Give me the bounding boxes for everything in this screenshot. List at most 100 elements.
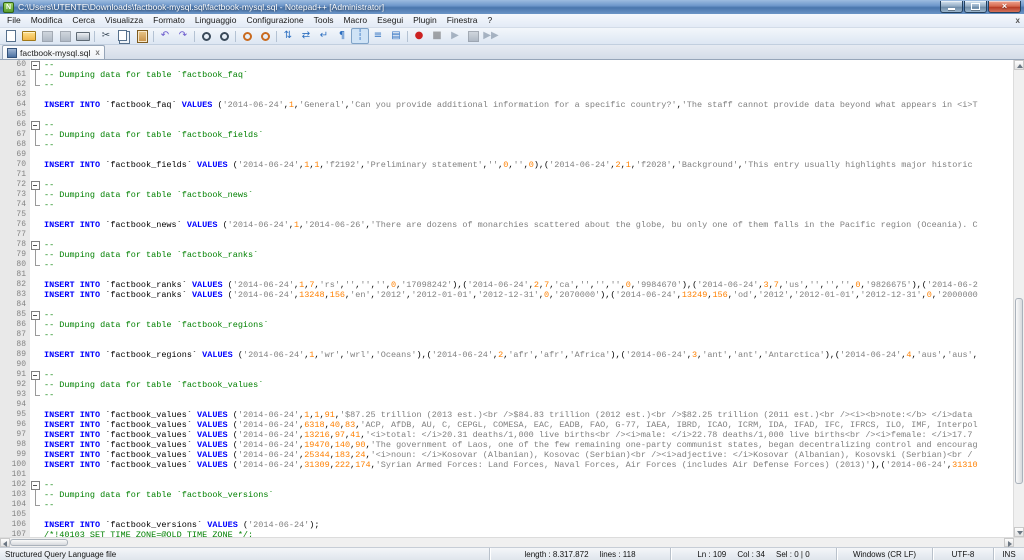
fold-collapse-icon[interactable]: [30, 180, 41, 190]
code-text[interactable]: -- Dumping data for table `factbook_vers…: [41, 490, 1014, 500]
code-text[interactable]: --: [41, 60, 1014, 70]
code-text[interactable]: [41, 90, 1014, 100]
code-text[interactable]: [41, 270, 1014, 280]
indent-guide-icon[interactable]: ┆: [351, 28, 369, 44]
menu-item-visualizza[interactable]: Visualizza: [100, 14, 148, 27]
find-icon[interactable]: [197, 28, 215, 44]
fold-collapse-icon[interactable]: [30, 480, 41, 490]
menu-item-esegui[interactable]: Esegui: [372, 14, 408, 27]
code-text[interactable]: -- Dumping data for table `factbook_regi…: [41, 320, 1014, 330]
function-list-icon[interactable]: ≡: [369, 28, 387, 44]
code-text[interactable]: INSERT INTO `factbook_faq` VALUES ('2014…: [41, 100, 1014, 110]
menu-item-linguaggio[interactable]: Linguaggio: [190, 14, 242, 27]
tab-close-icon[interactable]: x: [95, 49, 99, 57]
save-all-icon[interactable]: [56, 28, 74, 44]
menu-item-cerca[interactable]: Cerca: [67, 14, 100, 27]
scroll-left-arrow[interactable]: [0, 538, 10, 547]
run-macro-multiple-icon[interactable]: ▶▶: [482, 28, 500, 44]
code-text[interactable]: INSERT INTO `factbook_values` VALUES ('2…: [41, 430, 1014, 440]
code-text[interactable]: --: [41, 370, 1014, 380]
code-text[interactable]: [41, 360, 1014, 370]
stop-macro-icon[interactable]: ■: [428, 28, 446, 44]
minimize-button[interactable]: [940, 1, 963, 13]
horizontal-scroll-track[interactable]: [10, 538, 1004, 547]
horizontal-scroll-thumb[interactable]: [10, 539, 68, 546]
scroll-up-arrow[interactable]: [1014, 60, 1024, 70]
code-text[interactable]: [41, 230, 1014, 240]
code-text[interactable]: INSERT INTO `factbook_fields` VALUES ('2…: [41, 160, 1014, 170]
code-text[interactable]: --: [41, 180, 1014, 190]
sync-horizontal-scroll-icon[interactable]: ⇄: [297, 28, 315, 44]
maximize-button[interactable]: [964, 1, 987, 13]
code-text[interactable]: -- Dumping data for table `factbook_faq`: [41, 70, 1014, 80]
menu-item-tools[interactable]: Tools: [309, 14, 339, 27]
code-text[interactable]: [41, 150, 1014, 160]
code-text[interactable]: --: [41, 480, 1014, 490]
menubar-close-icon[interactable]: x: [1016, 16, 1020, 25]
code-text[interactable]: [41, 340, 1014, 350]
menu-item-configurazione[interactable]: Configurazione: [241, 14, 308, 27]
show-all-characters-icon[interactable]: ¶: [333, 28, 351, 44]
code-text[interactable]: INSERT INTO `factbook_ranks` VALUES ('20…: [41, 290, 1014, 300]
open-file-icon[interactable]: [20, 28, 38, 44]
code-text[interactable]: --: [41, 240, 1014, 250]
code-text[interactable]: --: [41, 140, 1014, 150]
paste-icon[interactable]: [133, 28, 151, 44]
menu-item-plugin[interactable]: Plugin: [408, 14, 442, 27]
vertical-scrollbar[interactable]: [1013, 60, 1024, 537]
code-text[interactable]: --: [41, 200, 1014, 210]
code-text[interactable]: INSERT INTO `factbook_values` VALUES ('2…: [41, 440, 1014, 450]
close-button[interactable]: ×: [988, 1, 1021, 13]
menu-item-formato[interactable]: Formato: [148, 14, 190, 27]
document-map-icon[interactable]: ▤: [387, 28, 405, 44]
scroll-right-arrow[interactable]: [1004, 538, 1014, 547]
print-icon[interactable]: [74, 28, 92, 44]
playback-macro-icon[interactable]: ▶: [446, 28, 464, 44]
code-text[interactable]: INSERT INTO `factbook_values` VALUES ('2…: [41, 420, 1014, 430]
horizontal-scrollbar[interactable]: [0, 537, 1024, 547]
code-text[interactable]: --: [41, 120, 1014, 130]
code-text[interactable]: [41, 110, 1014, 120]
tab-factbook-mysql[interactable]: factbook-mysql.sql x: [2, 45, 105, 59]
code-text[interactable]: -- Dumping data for table `factbook_rank…: [41, 250, 1014, 260]
code-text[interactable]: --: [41, 260, 1014, 270]
zoom-in-icon[interactable]: [238, 28, 256, 44]
record-macro-icon[interactable]: ●: [410, 28, 428, 44]
scroll-down-arrow[interactable]: [1014, 527, 1024, 537]
code-text[interactable]: --: [41, 390, 1014, 400]
code-text[interactable]: [41, 400, 1014, 410]
code-text[interactable]: INSERT INTO `factbook_values` VALUES ('2…: [41, 410, 1014, 420]
zoom-out-icon[interactable]: [256, 28, 274, 44]
code-text[interactable]: INSERT INTO `factbook_news` VALUES ('201…: [41, 220, 1014, 230]
replace-icon[interactable]: [215, 28, 233, 44]
menu-item-help[interactable]: ?: [482, 14, 497, 27]
fold-collapse-icon[interactable]: [30, 310, 41, 320]
code-text[interactable]: [41, 170, 1014, 180]
code-text[interactable]: -- Dumping data for table `factbook_news…: [41, 190, 1014, 200]
cut-icon[interactable]: ✂: [97, 28, 115, 44]
fold-collapse-icon[interactable]: [30, 120, 41, 130]
save-macro-icon[interactable]: [464, 28, 482, 44]
redo-icon[interactable]: ↷: [174, 28, 192, 44]
copy-icon[interactable]: [115, 28, 133, 44]
sync-vertical-scroll-icon[interactable]: ⇅: [279, 28, 297, 44]
fold-collapse-icon[interactable]: [30, 240, 41, 250]
code-text[interactable]: --: [41, 500, 1014, 510]
menu-item-modifica[interactable]: Modifica: [26, 14, 68, 27]
code-text[interactable]: [41, 300, 1014, 310]
code-text[interactable]: /*!40103 SET TIME_ZONE=@OLD_TIME_ZONE */…: [41, 530, 1014, 537]
menu-item-file[interactable]: File: [2, 14, 26, 27]
code-text[interactable]: INSERT INTO `factbook_values` VALUES ('2…: [41, 450, 1014, 460]
new-file-icon[interactable]: [2, 28, 20, 44]
word-wrap-icon[interactable]: ↵: [315, 28, 333, 44]
code-text[interactable]: --: [41, 330, 1014, 340]
code-text[interactable]: INSERT INTO `factbook_versions` VALUES (…: [41, 520, 1014, 530]
code-text[interactable]: --: [41, 310, 1014, 320]
code-text[interactable]: INSERT INTO `factbook_ranks` VALUES ('20…: [41, 280, 1014, 290]
typing-mode-status[interactable]: INS: [994, 548, 1024, 560]
fold-collapse-icon[interactable]: [30, 60, 41, 70]
menu-item-finestra[interactable]: Finestra: [442, 14, 483, 27]
fold-collapse-icon[interactable]: [30, 370, 41, 380]
code-text[interactable]: INSERT INTO `factbook_values` VALUES ('2…: [41, 460, 1014, 470]
code-text[interactable]: [41, 510, 1014, 520]
